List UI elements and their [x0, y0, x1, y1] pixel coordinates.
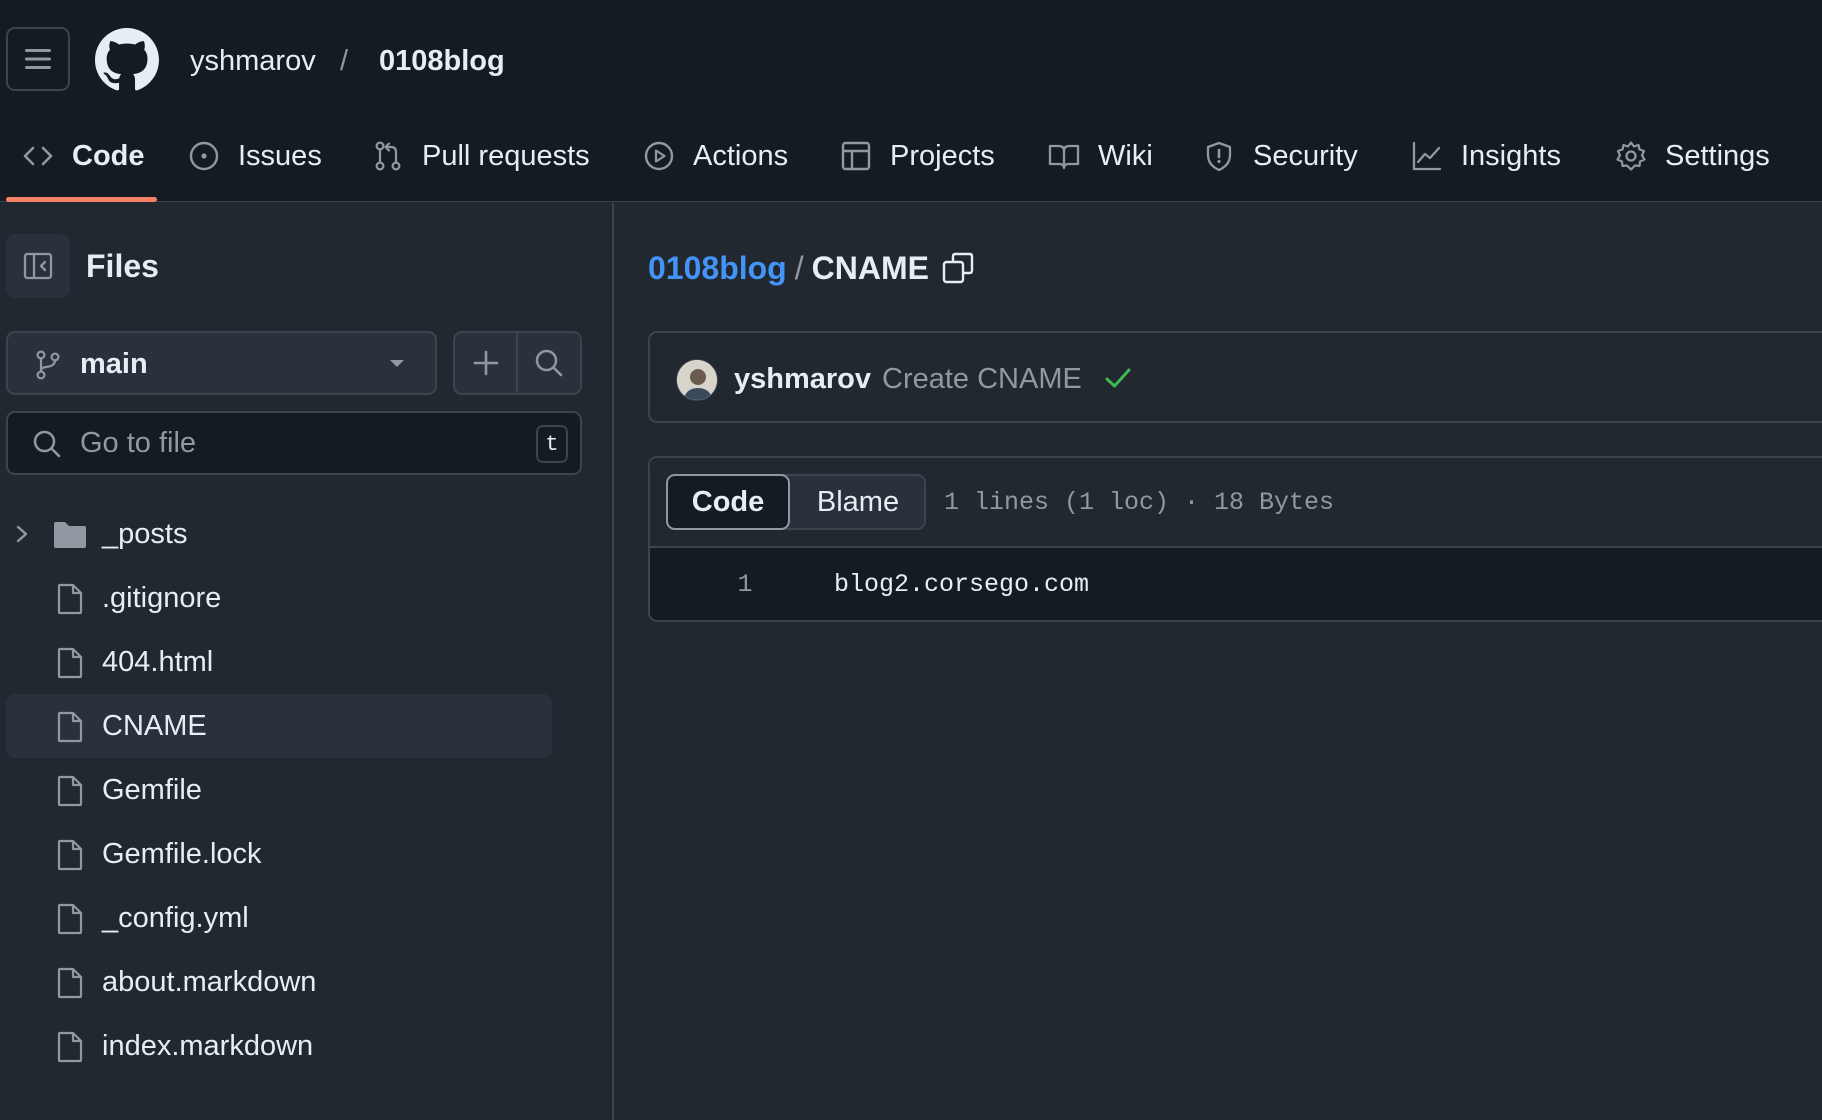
code-view-button[interactable]: Code	[666, 474, 790, 530]
triangle-down-icon	[390, 360, 404, 367]
commit-author-link[interactable]: yshmarov	[734, 362, 871, 396]
book-icon	[1048, 144, 1080, 170]
file-icon	[57, 839, 83, 871]
search-files-button[interactable]	[518, 333, 580, 393]
tree-item-label: about.markdown	[102, 966, 317, 998]
view-mode-toggle: Code Blame	[666, 474, 926, 530]
tab-label: Code	[72, 140, 145, 172]
tab-label: Wiki	[1098, 140, 1153, 172]
tab-label: Pull requests	[422, 140, 590, 172]
breadcrumb-separator: /	[794, 250, 804, 286]
owner-link[interactable]: yshmarov	[190, 43, 316, 79]
tree-item-file-selected[interactable]: CNAME	[6, 694, 552, 758]
git-branch-icon	[36, 350, 60, 380]
tree-item-file[interactable]: _config.yml	[6, 886, 552, 950]
breadcrumb-separator: /	[340, 45, 349, 77]
blame-view-button[interactable]: Blame	[790, 476, 926, 528]
github-logo-icon[interactable]	[95, 28, 159, 92]
search-icon	[33, 430, 61, 458]
tab-pull-requests[interactable]: Pull requests	[372, 130, 590, 202]
sidebar-collapse-icon	[23, 252, 53, 280]
tree-item-label: .gitignore	[102, 582, 222, 614]
tree-item-label: 404.html	[102, 646, 214, 678]
keyboard-shortcut-hint: t	[536, 425, 568, 463]
tree-item-file[interactable]: Gemfile	[6, 758, 552, 822]
tab-settings[interactable]: Settings	[1615, 130, 1770, 202]
active-tab-indicator	[6, 197, 157, 202]
tab-label: Issues	[238, 140, 322, 172]
play-icon	[644, 141, 674, 171]
file-icon	[57, 903, 83, 935]
tab-issues[interactable]: Issues	[188, 130, 322, 202]
file-icon	[57, 583, 83, 615]
plus-icon	[473, 350, 498, 376]
repo-header: yshmarov / 0108blog Code Issues Pull req…	[0, 0, 1822, 202]
commit-message-link[interactable]: Create CNAME	[882, 362, 1082, 396]
file-icon	[57, 647, 83, 679]
hamburger-icon	[25, 49, 51, 69]
issue-opened-icon	[189, 141, 219, 171]
breadcrumb-repo-link[interactable]: 0108blog	[648, 248, 787, 288]
file-size-info: 1 lines (1 loc) · 18 Bytes	[944, 488, 1335, 517]
file-viewer-header: Code Blame 1 lines (1 loc) · 18 Bytes	[650, 458, 1822, 548]
shield-icon	[1206, 141, 1232, 172]
search-icon	[535, 349, 563, 377]
add-file-button[interactable]	[455, 333, 518, 393]
code-line[interactable]: blog2.corsego.com	[834, 570, 1089, 600]
tab-label: Actions	[693, 140, 789, 172]
tab-label: Insights	[1461, 140, 1561, 172]
tree-item-label: index.markdown	[102, 1030, 314, 1062]
go-to-file-field[interactable]: t	[6, 411, 582, 475]
git-pull-request-icon	[375, 141, 401, 171]
repo-link[interactable]: 0108blog	[379, 43, 505, 79]
files-heading: Files	[86, 248, 159, 284]
tab-label: Security	[1253, 140, 1358, 172]
file-viewer: Code Blame 1 lines (1 loc) · 18 Bytes 1 …	[648, 456, 1822, 622]
file-actions-group	[453, 331, 582, 395]
tab-security[interactable]: Security	[1203, 130, 1358, 202]
tree-item-label: Gemfile.lock	[102, 838, 262, 870]
branch-name: main	[80, 348, 148, 380]
latest-commit-box: yshmarov Create CNAME	[648, 331, 1822, 423]
tree-item-file[interactable]: Gemfile.lock	[6, 822, 552, 886]
tab-code[interactable]: Code	[22, 130, 145, 202]
go-to-file-input[interactable]	[80, 423, 520, 463]
gear-icon	[1616, 141, 1646, 171]
line-number[interactable]: 1	[730, 570, 760, 600]
tree-item-label: _config.yml	[102, 902, 249, 934]
collapse-sidebar-button[interactable]	[6, 234, 70, 298]
tab-insights[interactable]: Insights	[1411, 130, 1561, 202]
file-icon	[57, 967, 83, 999]
file-icon	[57, 1031, 83, 1063]
check-icon[interactable]	[1104, 365, 1132, 391]
current-file-name: CNAME	[811, 250, 929, 286]
tree-item-file[interactable]: .gitignore	[6, 566, 552, 630]
tree-item-posts-folder[interactable]: _posts	[6, 502, 552, 566]
file-breadcrumb: 0108blog / CNAME	[648, 248, 975, 288]
tab-wiki[interactable]: Wiki	[1048, 130, 1153, 202]
file-icon	[57, 711, 83, 743]
tab-projects[interactable]: Projects	[840, 130, 995, 202]
tree-item-label: Gemfile	[102, 774, 202, 806]
tree-item-file[interactable]: about.markdown	[6, 950, 552, 1014]
tree-item-label: _posts	[102, 518, 188, 550]
user-avatar-icon	[677, 360, 717, 400]
tree-item-file[interactable]: index.markdown	[6, 1014, 552, 1078]
tab-label: Settings	[1665, 140, 1770, 172]
table-icon	[841, 141, 871, 171]
tab-label: Projects	[890, 140, 995, 172]
menu-button[interactable]	[6, 27, 70, 91]
tree-item-file[interactable]: 404.html	[6, 630, 552, 694]
folder-icon	[54, 522, 86, 548]
tab-actions[interactable]: Actions	[643, 130, 788, 202]
file-tree-sidebar: Files main t _posts .gitignore 4	[0, 203, 614, 1120]
graph-icon	[1412, 141, 1442, 171]
code-icon	[23, 146, 53, 166]
tree-item-label: CNAME	[102, 710, 207, 742]
avatar[interactable]	[676, 359, 718, 401]
file-icon	[57, 775, 83, 807]
copy-icon[interactable]	[941, 251, 975, 285]
branch-selector[interactable]: main	[6, 331, 437, 395]
chevron-right-icon[interactable]	[14, 524, 30, 544]
